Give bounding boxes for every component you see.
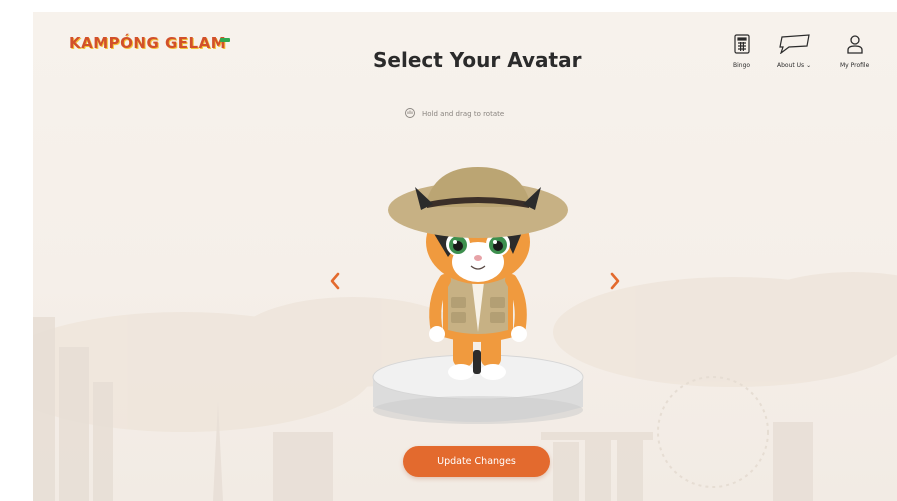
page-frame: KAMPÓNG GELAM Select Your Avatar Hold an…: [33, 12, 897, 501]
previous-avatar-button[interactable]: [325, 270, 345, 296]
user-icon: [845, 34, 865, 58]
nav-about-us-label: About Us ⌄: [777, 62, 812, 69]
rotate-hint-text: Hold and drag to rotate: [422, 110, 505, 118]
nav-my-profile[interactable]: My Profile: [840, 34, 869, 69]
page-title: Select Your Avatar: [373, 48, 582, 72]
chevron-right-icon: [609, 271, 621, 295]
nav-bingo-label: Bingo: [733, 62, 751, 69]
nav-my-profile-label: My Profile: [840, 62, 870, 69]
nav-about-us[interactable]: About Us ⌄: [777, 34, 811, 69]
cat-avatar: [388, 167, 568, 380]
logo-flag-icon: [220, 38, 230, 42]
avatar-viewer[interactable]: [363, 162, 593, 442]
rotate-hint: Hold and drag to rotate: [404, 107, 504, 121]
nav-bingo[interactable]: Bingo: [733, 34, 750, 69]
chevron-left-icon: [329, 271, 341, 295]
rotate-hand-icon: [404, 107, 416, 121]
update-changes-button[interactable]: Update Changes: [403, 446, 550, 477]
next-avatar-button[interactable]: [605, 270, 625, 296]
speech-bubble-icon: [777, 34, 811, 58]
bingo-card-icon: [733, 34, 750, 58]
site-logo[interactable]: KAMPÓNG GELAM: [69, 34, 226, 52]
